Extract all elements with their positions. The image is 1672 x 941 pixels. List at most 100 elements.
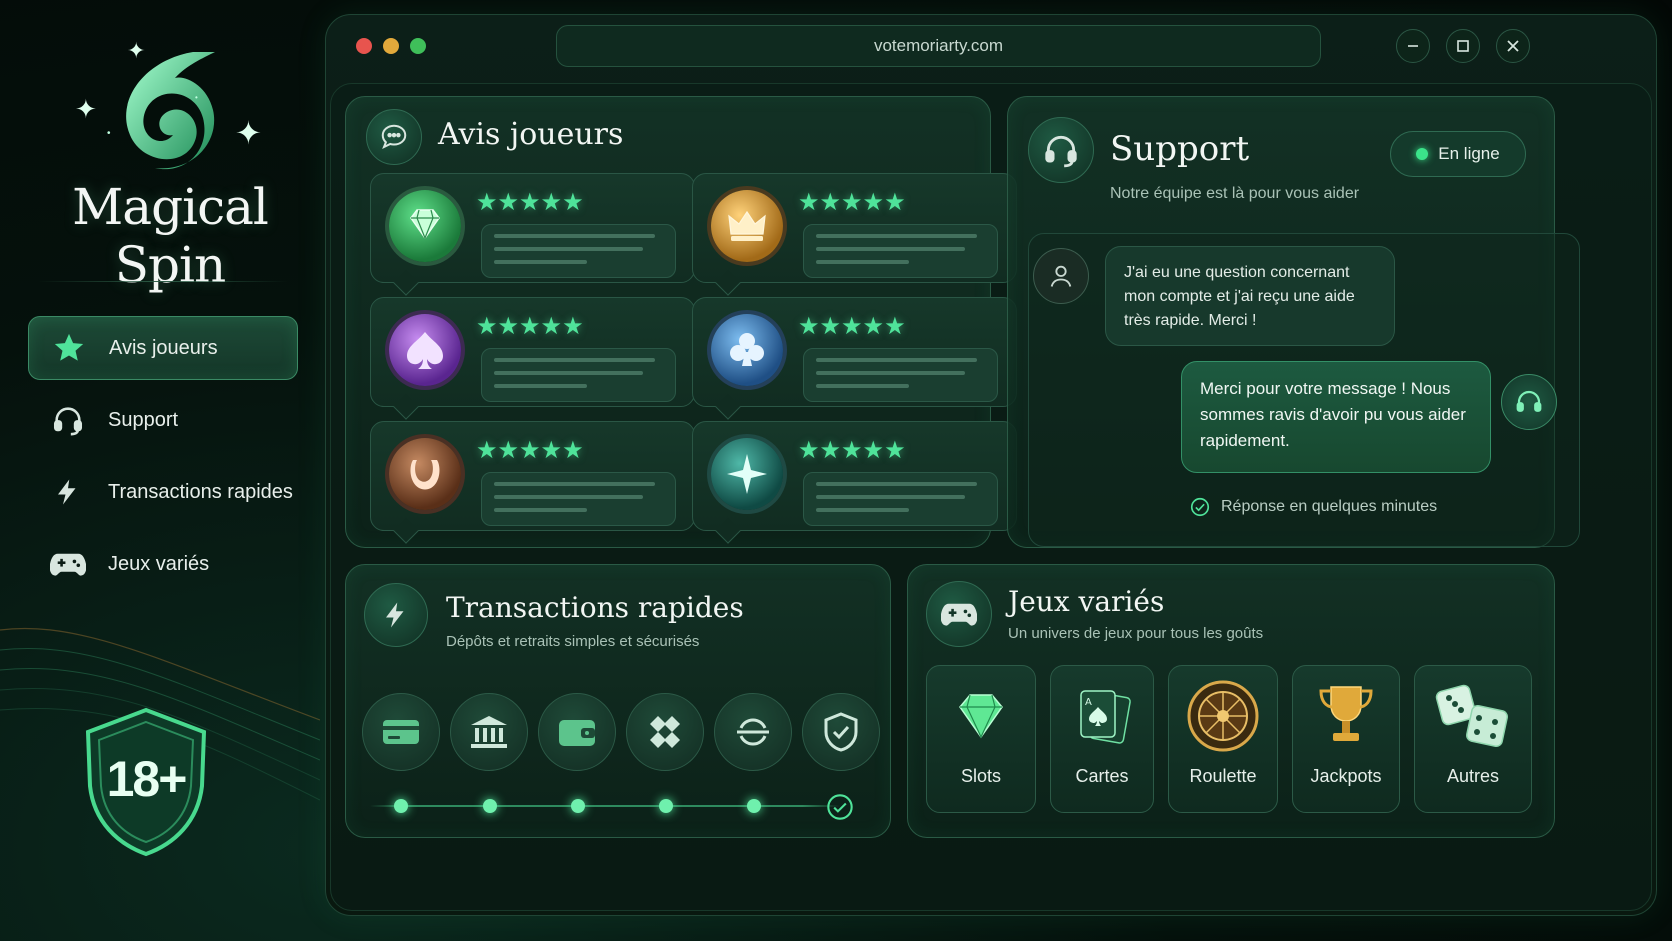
window-traffic-lights — [356, 38, 426, 54]
response-time-text: Réponse en quelques minutes — [1221, 498, 1438, 515]
trophy-icon — [1293, 666, 1399, 766]
review-card[interactable]: ★★★★★ — [692, 297, 1017, 420]
review-text-placeholder — [803, 472, 998, 526]
status-label: En ligne — [1438, 144, 1500, 163]
review-text-placeholder — [481, 348, 676, 402]
gem-icon — [927, 666, 1035, 766]
maximize-icon — [1457, 40, 1469, 52]
review-card[interactable]: ★★★★★ — [370, 297, 695, 420]
chat-message-incoming: J'ai eu une question concernant mon comp… — [1105, 246, 1395, 346]
progress-step — [747, 799, 761, 813]
gamepad-icon — [50, 546, 86, 582]
cards-icon: A — [1051, 666, 1153, 766]
logo-swirl-icon: ✦ ✦ ✦ • • — [75, 40, 262, 170]
transactions-subtitle: Dépôts et retraits simples et sécurisés — [446, 633, 700, 650]
sidebar-item-label: Avis joueurs — [109, 336, 218, 359]
sidebar-item-jeux[interactable]: Jeux variés — [28, 532, 298, 596]
chat-bubble-icon — [366, 109, 422, 165]
payment-method-bank[interactable] — [450, 693, 528, 771]
game-category-roulette[interactable]: Roulette — [1168, 665, 1278, 813]
close-dot[interactable] — [356, 38, 372, 54]
transactions-panel: Transactions rapides Dépôts et retraits … — [345, 564, 891, 838]
sidebar-item-label: Transactions rapides — [108, 480, 293, 503]
payment-method-secure[interactable] — [802, 693, 880, 771]
chat-message-outgoing: Merci pour votre message ! Nous sommes r… — [1181, 361, 1491, 473]
sidebar-nav: Avis joueurs Support Transactions rapide… — [28, 316, 298, 604]
game-category-autres[interactable]: Autres — [1414, 665, 1532, 813]
game-category-slots[interactable]: Slots — [926, 665, 1036, 813]
payment-method-transfer[interactable] — [714, 693, 792, 771]
review-card[interactable]: ★★★★★ — [370, 421, 695, 544]
agent-avatar — [1501, 374, 1557, 430]
crypto-icon — [650, 716, 680, 748]
review-text-placeholder — [481, 472, 676, 526]
check-circle-icon — [826, 793, 854, 826]
reviews-panel: Avis joueurs ★★★★★ ★★★★★ ★★★★★ ★★★★★ ★★★… — [345, 96, 1017, 548]
review-text-placeholder — [803, 348, 998, 402]
status-badge: En ligne — [1390, 131, 1526, 177]
review-card[interactable]: ★★★★★ — [692, 173, 1017, 296]
user-icon — [1050, 265, 1072, 287]
roulette-icon — [1169, 666, 1277, 766]
svg-text:✦: ✦ — [235, 115, 262, 151]
svg-text:✦: ✦ — [127, 40, 145, 63]
review-card[interactable]: ★★★★★ — [692, 421, 1017, 544]
game-label: Roulette — [1189, 766, 1257, 786]
shield-check-icon — [824, 712, 858, 752]
game-category-cartes[interactable]: A Cartes — [1050, 665, 1154, 813]
lightning-icon — [50, 474, 86, 510]
headset-icon — [1028, 117, 1094, 183]
sidebar: ✦ ✦ ✦ • • Magical Spin Avis joueurs Supp… — [0, 0, 320, 941]
lightning-icon — [364, 583, 428, 647]
age-badge-label: 18+ — [106, 751, 188, 807]
payment-method-crypto[interactable] — [626, 693, 704, 771]
rating-stars: ★★★★★ — [798, 189, 906, 216]
game-label: Jackpots — [1310, 766, 1382, 786]
dice-icon — [1415, 666, 1531, 766]
rating-stars: ★★★★★ — [476, 313, 584, 340]
sidebar-item-label: Support — [108, 408, 179, 431]
sidebar-item-avis-joueurs[interactable]: Avis joueurs — [28, 316, 298, 380]
progress-track — [370, 805, 840, 807]
main-content: Avis joueurs ★★★★★ ★★★★★ ★★★★★ ★★★★★ ★★★… — [330, 83, 1652, 911]
games-panel: Jeux variés Un univers de jeux pour tous… — [907, 564, 1555, 838]
progress-step — [571, 799, 585, 813]
review-card[interactable]: ★★★★★ — [370, 173, 695, 296]
bank-icon — [471, 716, 507, 748]
progress-step — [483, 799, 497, 813]
star-icon — [51, 330, 87, 366]
gamepad-icon — [926, 581, 992, 647]
card-icon — [383, 720, 419, 744]
maximize-button[interactable] — [1446, 29, 1480, 63]
sidebar-item-label: Jeux variés — [108, 552, 210, 575]
support-panel: Support Notre équipe est là pour vous ai… — [1007, 96, 1580, 548]
minimize-dot[interactable] — [383, 38, 399, 54]
headset-icon — [50, 402, 86, 438]
reviews-title: Avis joueurs — [438, 117, 624, 152]
payment-method-card[interactable] — [362, 693, 440, 771]
game-label: Autres — [1446, 766, 1500, 786]
minimize-button[interactable] — [1396, 29, 1430, 63]
rating-stars: ★★★★★ — [798, 437, 906, 464]
close-button[interactable] — [1496, 29, 1530, 63]
support-subtitle: Notre équipe est là pour vous aider — [1110, 185, 1360, 202]
svg-text:✦: ✦ — [75, 94, 97, 124]
browser-window: votemoriarty.com Avis joueurs ★★★★★ ★★★★… — [325, 14, 1657, 916]
game-category-jackpots[interactable]: Jackpots — [1292, 665, 1400, 813]
url-bar[interactable]: votemoriarty.com — [556, 25, 1321, 67]
game-label: Cartes — [1075, 766, 1129, 786]
response-time-note: Réponse en quelques minutes — [1189, 496, 1437, 518]
zoom-dot[interactable] — [410, 38, 426, 54]
sidebar-item-transactions[interactable]: Transactions rapides — [28, 460, 298, 524]
sidebar-item-support[interactable]: Support — [28, 388, 298, 452]
check-circle-icon — [1190, 497, 1210, 517]
club-icon — [711, 314, 783, 386]
svg-text:•: • — [195, 93, 198, 102]
sidebar-divider — [38, 281, 288, 282]
payment-method-wallet[interactable] — [538, 693, 616, 771]
progress-step — [394, 799, 408, 813]
support-title: Support — [1110, 129, 1250, 169]
minimize-icon — [1408, 45, 1418, 47]
chat-area: J'ai eu une question concernant mon comp… — [1028, 233, 1580, 547]
horseshoe-icon — [389, 438, 461, 510]
